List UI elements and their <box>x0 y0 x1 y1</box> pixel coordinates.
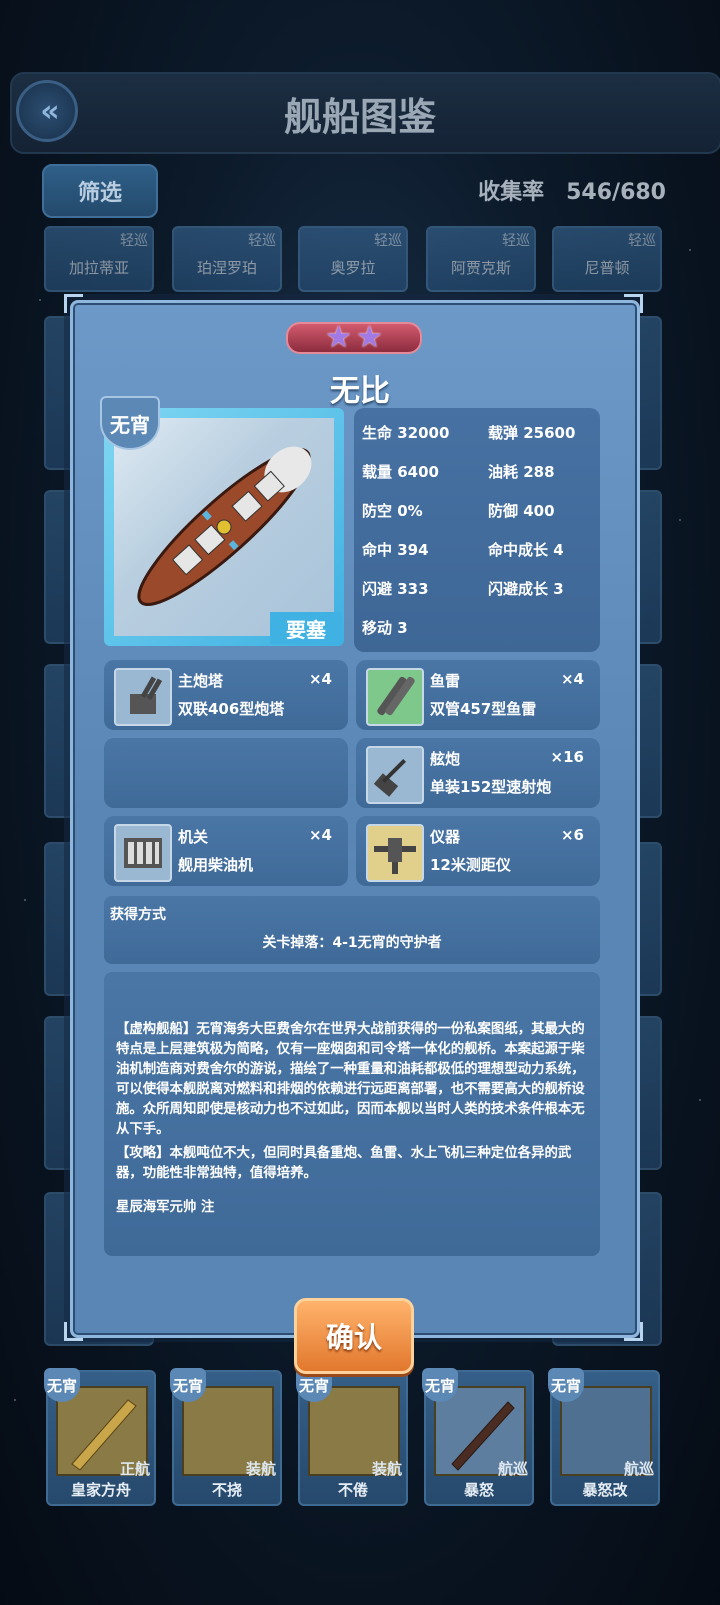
ship-card-name: 奥罗拉 <box>330 259 376 277</box>
ship-type: 装航 <box>245 1460 276 1478</box>
ship-portrait-image <box>114 418 334 636</box>
ship-card-name: 暴怒 <box>463 1481 494 1499</box>
stat-accuracy-growth: 命中成长 4 <box>488 541 564 559</box>
star-icon: ★ <box>356 320 383 355</box>
ship-type: 航巡 <box>623 1460 654 1478</box>
description-strategy: 【攻略】本舰吨位不大，但同时具备重炮、鱼雷、水上飞机三种定位各异的武器，功能性非… <box>116 1146 572 1181</box>
ship-card[interactable]: 无宵 装航 不挠 <box>170 1368 282 1506</box>
engine-icon <box>114 824 172 882</box>
frame-corner <box>624 1322 643 1341</box>
ship-card[interactable]: 无宵 航巡 暴怒 <box>422 1368 534 1506</box>
ship-card[interactable]: 轻巡奥罗拉 <box>298 226 408 292</box>
ship-type: 轻巡 <box>628 233 656 249</box>
battleship-icon <box>137 446 312 606</box>
stat-accuracy: 命中 394 <box>362 541 429 559</box>
equipment-name: 机关 <box>178 828 209 846</box>
equipment-slot-side-gun[interactable]: 舷炮 ×16 单装152型速射炮 <box>356 738 600 808</box>
faction-badge: 无宵 <box>100 396 160 450</box>
faction-badge: 无宵 <box>422 1368 458 1402</box>
equipment-name: 主炮塔 <box>178 672 224 690</box>
ship-card[interactable]: 无宵 航巡 暴怒改 <box>548 1368 660 1506</box>
ship-card-name: 不倦 <box>337 1481 368 1499</box>
ship-card-name: 暴怒改 <box>582 1481 628 1499</box>
frame-corner <box>624 294 643 313</box>
equipment-desc: 单装152型速射炮 <box>430 778 552 796</box>
ship-card-name: 珀涅罗珀 <box>196 259 257 277</box>
ship-card[interactable]: 轻巡尼普顿 <box>552 226 662 292</box>
ship-card-name: 尼普顿 <box>584 259 630 277</box>
stat-fuel: 油耗 288 <box>488 463 555 481</box>
equipment-name: 仪器 <box>430 828 461 846</box>
equipment-name: 鱼雷 <box>430 672 461 690</box>
stat-movement: 移动 3 <box>362 619 408 637</box>
equipment-slot-engine[interactable]: 机关 ×4 舰用柴油机 <box>104 816 348 886</box>
rangefinder-icon <box>366 824 424 882</box>
ship-card[interactable]: 轻巡阿贾克斯 <box>426 226 536 292</box>
equipment-count: ×4 <box>560 670 584 688</box>
description-note: 星辰海军元帅 注 <box>116 1200 215 1215</box>
stats-panel: 生命 32000 载弹 25600 载量 6400 油耗 288 防空 0% 防… <box>354 408 600 652</box>
equipment-desc: 双联406型炮塔 <box>178 700 285 718</box>
ship-card-name: 不挠 <box>211 1481 242 1499</box>
obtain-text: 关卡掉落：4-1无宵的守护者 <box>262 935 442 951</box>
confirm-button[interactable]: 确认 <box>294 1298 414 1374</box>
faction-badge: 无宵 <box>170 1368 206 1402</box>
ship-type: 轻巡 <box>248 233 276 249</box>
equipment-desc: 双管457型鱼雷 <box>430 700 537 718</box>
ship-card[interactable]: 轻巡加拉蒂亚 <box>44 226 154 292</box>
stat-evasion-growth: 闪避成长 3 <box>488 580 564 598</box>
ship-type: 轻巡 <box>374 233 402 249</box>
rarity-stars: ★ ★ <box>286 322 422 354</box>
ship-type: 航巡 <box>497 1460 528 1478</box>
stat-hp: 生命 32000 <box>362 424 450 442</box>
frame-corner <box>64 294 83 313</box>
description-lore: 【虚构舰船】无宵海务大臣费舍尔在世界大战前获得的一份私案图纸，其最大的特点是上层… <box>116 1022 585 1137</box>
ship-type: 轻巡 <box>120 233 148 249</box>
equipment-slot-torpedo[interactable]: 鱼雷 ×4 双管457型鱼雷 <box>356 660 600 730</box>
equipment-desc: 12米测距仪 <box>430 856 511 874</box>
ship-type-badge: 要塞 <box>270 612 342 644</box>
stat-defense: 防御 400 <box>488 502 555 520</box>
turret-icon <box>114 668 172 726</box>
ship-card[interactable]: 无宵 正航 皇家方舟 <box>44 1368 156 1506</box>
star-icon: ★ <box>325 320 352 355</box>
faction-badge: 无宵 <box>548 1368 584 1402</box>
frame-corner <box>64 1322 83 1341</box>
description-panel: 【虚构舰船】无宵海务大臣费舍尔在世界大战前获得的一份私案图纸，其最大的特点是上层… <box>104 972 600 1256</box>
equipment-count: ×6 <box>560 826 584 844</box>
obtain-method-panel: 获得方式 关卡掉落：4-1无宵的守护者 <box>104 896 600 964</box>
equipment-name: 舷炮 <box>430 750 461 768</box>
faction-badge: 无宵 <box>44 1368 80 1402</box>
cannon-icon <box>366 746 424 804</box>
stat-antiair: 防空 0% <box>362 502 423 520</box>
equipment-count: ×4 <box>308 826 332 844</box>
stat-ammo: 载弹 25600 <box>488 424 576 442</box>
equipment-slot-instrument[interactable]: 仪器 ×6 12米测距仪 <box>356 816 600 886</box>
equipment-count: ×16 <box>550 748 584 766</box>
obtain-title: 获得方式 <box>110 907 166 923</box>
equipment-slot-empty[interactable] <box>104 738 348 808</box>
ship-card-name: 阿贾克斯 <box>450 259 511 277</box>
ship-type: 正航 <box>119 1460 150 1478</box>
ship-card-name: 皇家方舟 <box>70 1481 131 1499</box>
ship-card[interactable]: 轻巡珀涅罗珀 <box>172 226 282 292</box>
equipment-count: ×4 <box>308 670 332 688</box>
ship-type: 轻巡 <box>502 233 530 249</box>
stat-capacity: 载量 6400 <box>362 463 439 481</box>
ship-card[interactable]: 无宵 装航 不倦 <box>296 1368 408 1506</box>
torpedo-icon <box>366 668 424 726</box>
equipment-slot-main-turret[interactable]: 主炮塔 ×4 双联406型炮塔 <box>104 660 348 730</box>
ship-type: 装航 <box>371 1460 402 1478</box>
equipment-desc: 舰用柴油机 <box>178 856 254 874</box>
stat-evasion: 闪避 333 <box>362 580 429 598</box>
ship-card-name: 加拉蒂亚 <box>68 259 129 277</box>
